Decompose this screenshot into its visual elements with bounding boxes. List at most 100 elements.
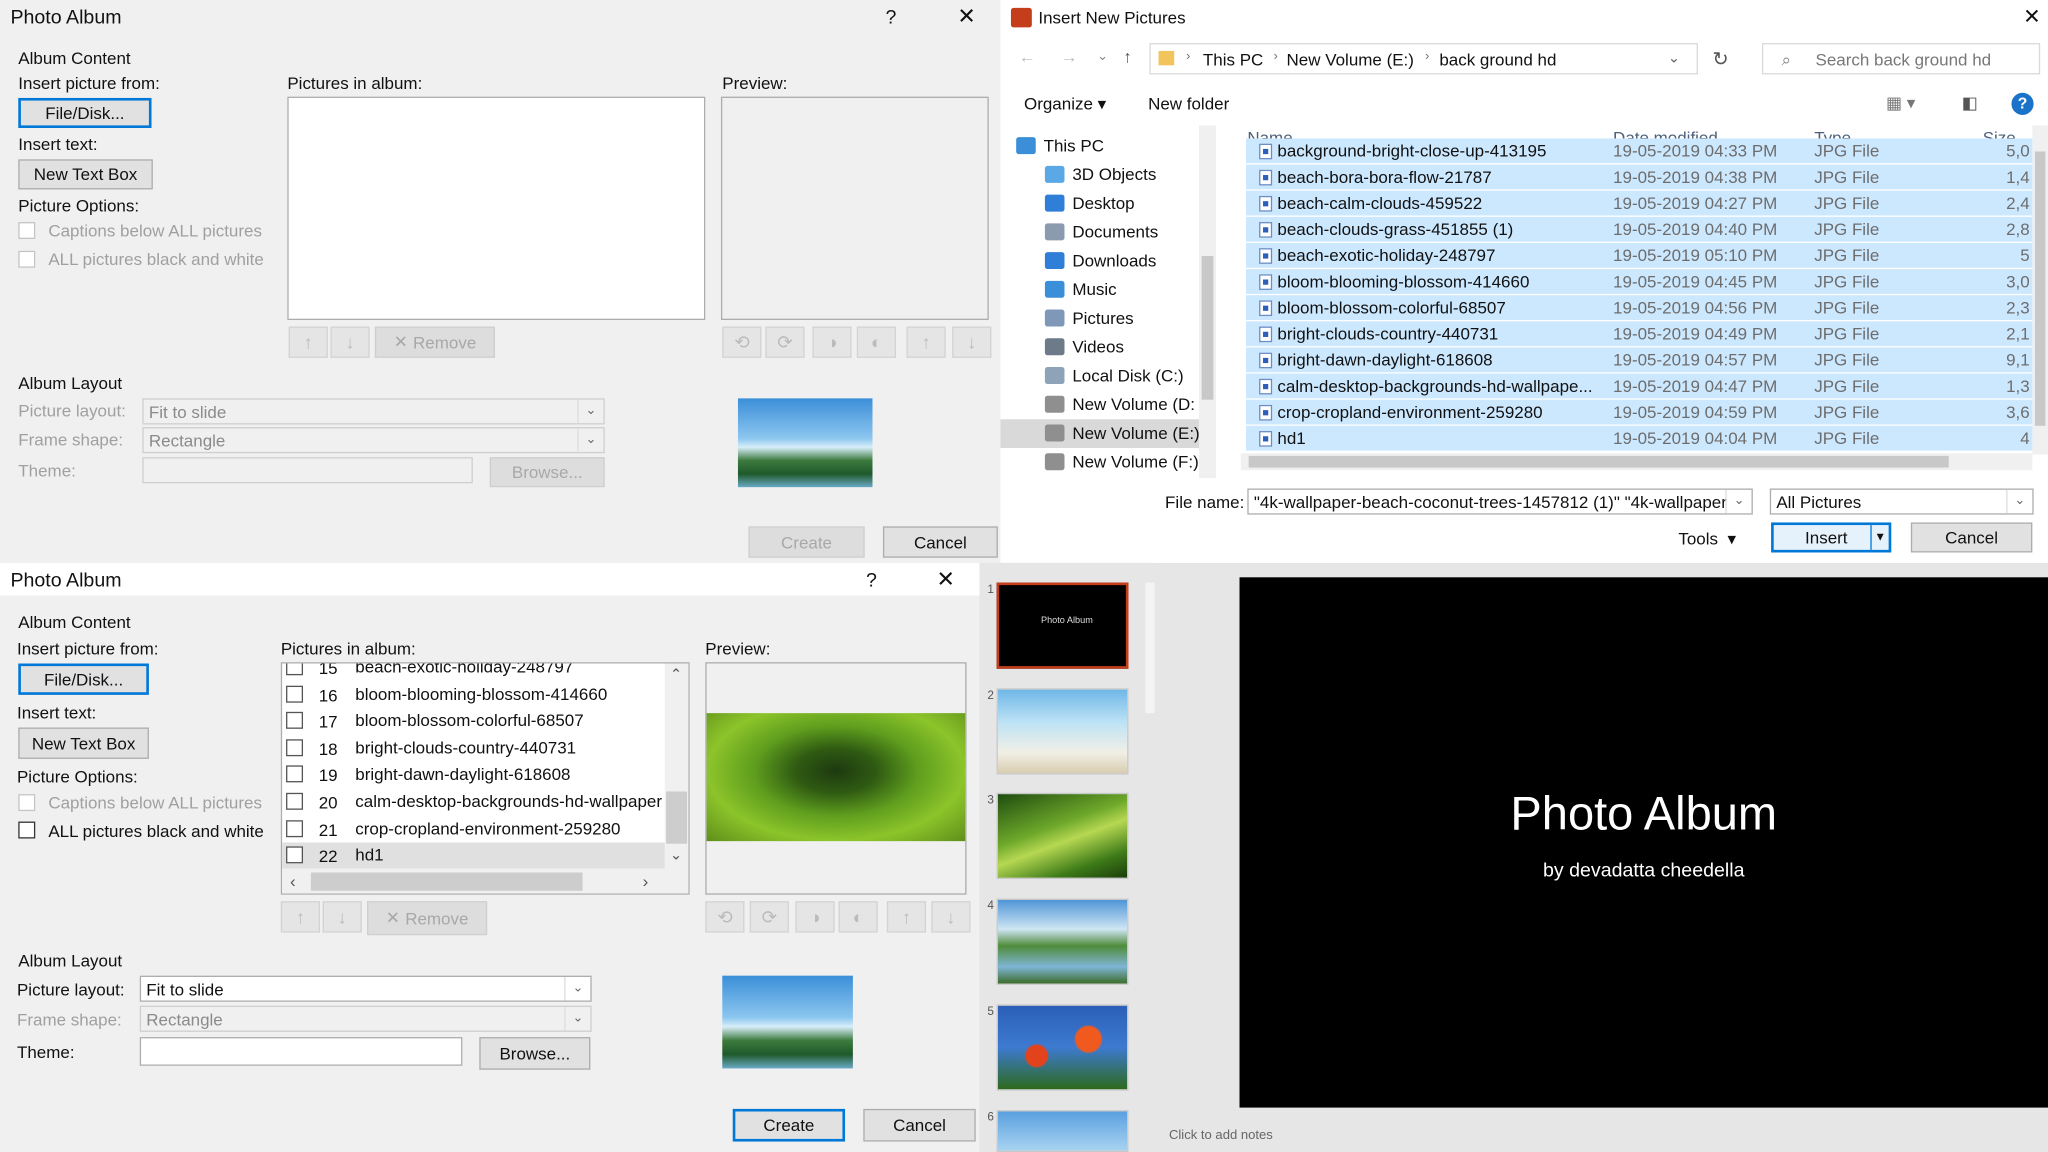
nav-item[interactable]: Local Disk (C:) bbox=[1000, 362, 1214, 391]
album-picture-row[interactable]: 16 bloom-blooming-blossom-414660 bbox=[282, 681, 665, 707]
album-picture-row[interactable]: 18 bright-clouds-country-440731 bbox=[282, 735, 665, 761]
nav-item[interactable]: Videos bbox=[1000, 333, 1214, 362]
file-disk-button[interactable]: File/Disk... bbox=[18, 97, 152, 128]
address-bar[interactable]: › This PC › New Volume (E:) › back groun… bbox=[1149, 43, 1698, 75]
picture-checkbox[interactable] bbox=[286, 685, 304, 703]
file-row[interactable]: beach-clouds-grass-451855 (1) 19-05-2019… bbox=[1246, 216, 2035, 242]
slide-subtitle[interactable]: by devadatta cheedella bbox=[1240, 859, 2048, 881]
new-folder-button[interactable]: New folder bbox=[1148, 94, 1229, 114]
frame-shape-select[interactable]: Rectangle ⌄ bbox=[142, 427, 605, 454]
slide-title[interactable]: Photo Album bbox=[1240, 786, 2048, 841]
picture-checkbox[interactable] bbox=[286, 738, 304, 756]
rotate-right-icon[interactable]: ⟳ bbox=[765, 326, 805, 358]
file-horizontal-scrollbar[interactable] bbox=[1240, 453, 2033, 471]
album-picture-row[interactable]: 22 hd1 bbox=[282, 842, 665, 869]
move-up-button[interactable]: ↑ bbox=[288, 326, 328, 358]
picture-checkbox[interactable] bbox=[286, 819, 304, 837]
scroll-left-icon[interactable]: ‹ bbox=[290, 871, 296, 891]
slide-thumbnail-5[interactable] bbox=[996, 1004, 1129, 1091]
nav-item[interactable]: New Volume (D: bbox=[1000, 391, 1214, 420]
picture-checkbox[interactable] bbox=[286, 765, 304, 783]
black-white-checkbox[interactable] bbox=[18, 821, 36, 839]
file-row[interactable]: hd1 19-05-2019 04:04 PM JPG File 4 bbox=[1246, 425, 2035, 451]
slide-thumbnail-1[interactable]: Photo Album bbox=[996, 582, 1129, 669]
list-horizontal-scrollbar[interactable]: ‹ › bbox=[282, 868, 689, 894]
help-button[interactable]: ? bbox=[886, 7, 897, 29]
brightness-up-icon[interactable]: ↑ bbox=[886, 901, 927, 933]
album-picture-row[interactable]: 17 bloom-blossom-colorful-68507 bbox=[282, 708, 665, 734]
brightness-down-icon[interactable]: ↓ bbox=[931, 901, 971, 933]
file-row[interactable]: bloom-blooming-blossom-414660 19-05-2019… bbox=[1246, 269, 2035, 294]
file-row[interactable]: bloom-blossom-colorful-68507 19-05-2019 … bbox=[1246, 295, 2035, 320]
nav-item[interactable]: Pictures bbox=[1000, 304, 1214, 333]
pictures-list[interactable] bbox=[287, 96, 706, 320]
cancel-button[interactable]: Cancel bbox=[1910, 522, 2033, 553]
breadcrumb-volume[interactable]: New Volume (E:) bbox=[1287, 50, 1414, 70]
slide-thumbnail-4[interactable] bbox=[996, 898, 1129, 985]
breadcrumb-this-pc[interactable]: This PC bbox=[1203, 50, 1263, 70]
create-button[interactable]: Create bbox=[732, 1108, 846, 1142]
captions-checkbox[interactable] bbox=[18, 794, 36, 812]
theme-input[interactable] bbox=[142, 457, 473, 484]
album-picture-row[interactable]: 15 beach-exotic-holiday-248797 bbox=[282, 663, 665, 681]
file-name-input[interactable]: "4k-wallpaper-beach-coconut-trees-145781… bbox=[1247, 488, 1753, 515]
create-button[interactable]: Create bbox=[748, 526, 865, 558]
back-icon[interactable]: ← bbox=[1019, 47, 1036, 67]
file-row[interactable]: calm-desktop-backgrounds-hd-wallpape... … bbox=[1246, 373, 2035, 399]
file-vertical-scrollbar[interactable] bbox=[2032, 125, 2048, 455]
brightness-down-icon[interactable]: ↓ bbox=[952, 326, 992, 358]
insert-dropdown-icon[interactable]: ▼ bbox=[1870, 525, 1888, 550]
nav-item[interactable]: Downloads bbox=[1000, 247, 1214, 276]
slide-thumbnail-6[interactable] bbox=[996, 1110, 1129, 1152]
file-row[interactable]: beach-exotic-holiday-248797 19-05-2019 0… bbox=[1246, 242, 2035, 268]
help-icon[interactable]: ? bbox=[2011, 92, 2034, 115]
picture-layout-select[interactable]: Fit to slide ⌄ bbox=[142, 398, 605, 425]
picture-checkbox[interactable] bbox=[286, 792, 304, 810]
move-down-button[interactable]: ↓ bbox=[330, 326, 370, 358]
move-down-button[interactable]: ↓ bbox=[322, 901, 362, 933]
nav-item[interactable]: 3D Objects bbox=[1000, 161, 1214, 190]
close-button[interactable]: ✕ bbox=[936, 567, 955, 593]
file-type-filter[interactable]: All Pictures ⌄ bbox=[1769, 488, 2034, 515]
picture-layout-select[interactable]: Fit to slide ⌄ bbox=[139, 975, 592, 1002]
close-button[interactable]: ✕ bbox=[2023, 4, 2041, 30]
browse-button[interactable]: Browse... bbox=[479, 1037, 591, 1070]
file-disk-button[interactable]: File/Disk... bbox=[18, 663, 149, 695]
rotate-right-icon[interactable]: ⟳ bbox=[749, 901, 789, 933]
nav-item[interactable]: Desktop bbox=[1000, 189, 1214, 218]
tools-button[interactable]: Tools ▾ bbox=[1678, 529, 1736, 550]
picture-checkbox[interactable] bbox=[286, 712, 304, 730]
main-slide[interactable]: Photo Album by devadatta cheedella bbox=[1239, 577, 2048, 1108]
up-icon[interactable]: ↑ bbox=[1123, 47, 1131, 67]
browse-button[interactable]: Browse... bbox=[489, 457, 605, 488]
theme-input[interactable] bbox=[139, 1037, 463, 1066]
nav-item[interactable]: Documents bbox=[1000, 218, 1214, 247]
file-row[interactable]: bright-clouds-country-440731 19-05-2019 … bbox=[1246, 321, 2035, 347]
nav-item[interactable]: Music bbox=[1000, 276, 1214, 305]
close-button[interactable]: ✕ bbox=[957, 4, 976, 30]
scroll-right-icon[interactable]: › bbox=[643, 871, 649, 891]
picture-checkbox[interactable] bbox=[286, 663, 304, 676]
picture-checkbox[interactable] bbox=[286, 846, 304, 864]
notes-placeholder[interactable]: Click to add notes bbox=[1169, 1128, 1273, 1142]
file-row[interactable]: crop-cropland-environment-259280 19-05-2… bbox=[1246, 399, 2035, 425]
captions-checkbox[interactable] bbox=[18, 222, 36, 240]
contrast-up-icon[interactable]: ◑ bbox=[795, 901, 835, 933]
new-text-box-button[interactable]: New Text Box bbox=[18, 727, 149, 759]
organize-button[interactable]: Organize ▾ bbox=[1024, 94, 1106, 115]
scroll-up-icon[interactable]: ⌃ bbox=[670, 666, 682, 683]
album-picture-row[interactable]: 20 calm-desktop-backgrounds-hd-wallpaper bbox=[282, 789, 665, 815]
album-picture-row[interactable]: 21 crop-cropland-environment-259280 bbox=[282, 816, 665, 842]
file-row[interactable]: beach-bora-bora-flow-21787 19-05-2019 04… bbox=[1246, 164, 2035, 190]
search-box[interactable]: ⌕ Search back ground hd bbox=[1761, 43, 2041, 75]
cancel-button[interactable]: Cancel bbox=[882, 526, 998, 558]
cancel-button[interactable]: Cancel bbox=[863, 1108, 976, 1142]
pictures-list[interactable]: 15 beach-exotic-holiday-248797 16 bloom-… bbox=[280, 662, 690, 895]
breadcrumb-folder[interactable]: back ground hd bbox=[1439, 50, 1556, 70]
insert-button[interactable]: Insert ▼ bbox=[1771, 522, 1892, 553]
contrast-down-icon[interactable]: ◐ bbox=[856, 326, 896, 358]
forward-icon[interactable]: → bbox=[1061, 47, 1078, 67]
nav-item[interactable]: New Volume (E:) bbox=[1000, 419, 1215, 448]
scroll-down-icon[interactable]: ⌄ bbox=[670, 846, 682, 864]
view-options-icon[interactable]: ▦ ▾ bbox=[1886, 93, 1915, 114]
